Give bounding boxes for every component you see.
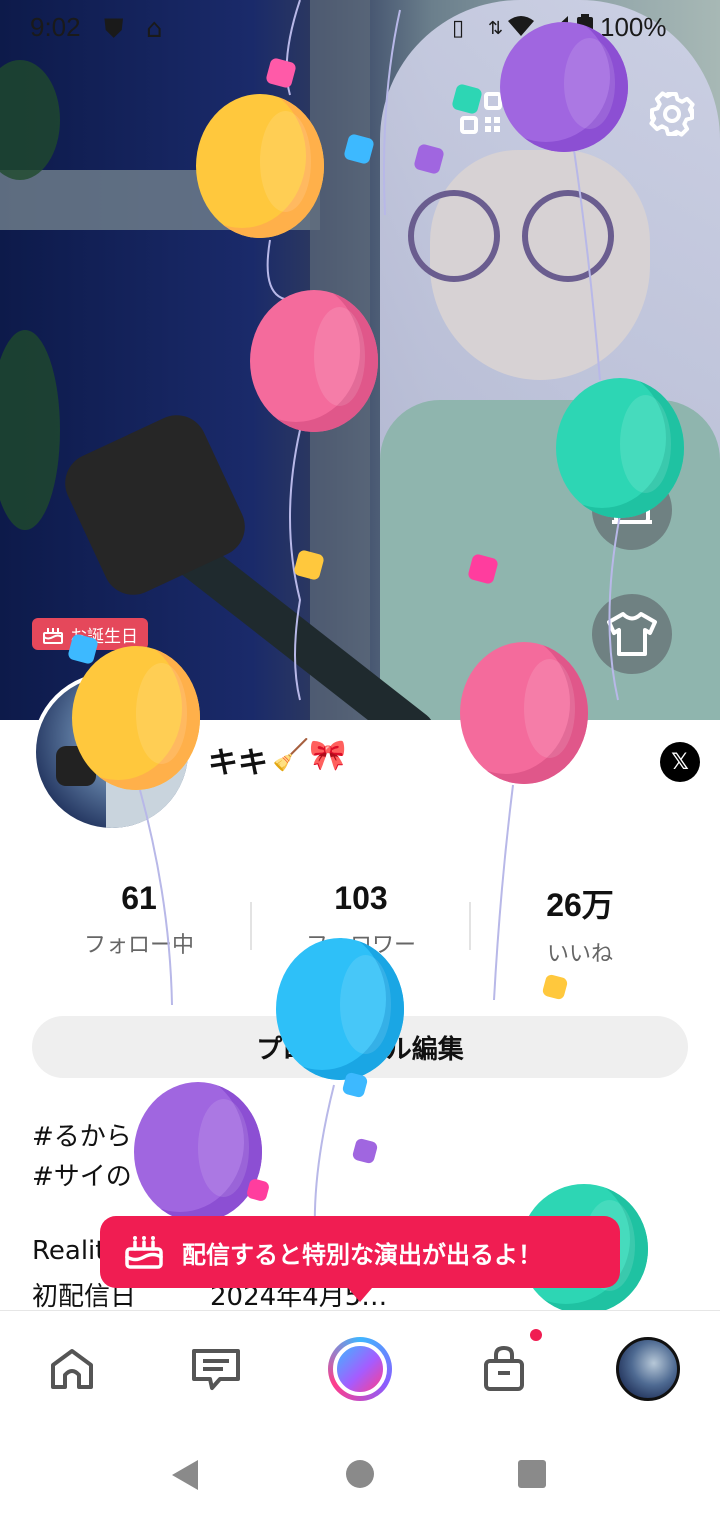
balloon-pink — [250, 290, 378, 432]
confetti — [245, 1177, 271, 1203]
shop-notification-dot — [530, 1329, 542, 1341]
cake-icon — [43, 628, 63, 644]
balloon-yellow — [196, 94, 324, 238]
status-time: 9:02 — [30, 12, 81, 42]
nav-home[interactable] — [36, 1333, 108, 1405]
closet-button[interactable] — [592, 594, 672, 674]
settings-button[interactable] — [648, 90, 696, 138]
home-icon — [51, 1349, 93, 1389]
nav-my-profile[interactable] — [612, 1333, 684, 1405]
stat-following[interactable]: 61 フォロー中 — [19, 880, 259, 959]
nav-go-live[interactable] — [324, 1333, 396, 1405]
character-glasses — [522, 190, 614, 282]
bottom-navigation — [0, 1310, 720, 1430]
stat-label: フォロー中 — [83, 933, 194, 958]
shield-alert-icon: ⛊ — [104, 14, 124, 44]
my-profile-avatar — [616, 1337, 680, 1401]
shop-bag-icon — [484, 1346, 524, 1391]
tshirt-closet-icon — [607, 612, 657, 656]
system-navigation-bar — [0, 1430, 720, 1520]
confetti — [351, 1137, 379, 1165]
stat-value: 103 — [334, 880, 388, 916]
stat-value: 61 — [121, 880, 157, 916]
tooltip-text: 配信すると特別な演出が出るよ！ — [182, 1240, 542, 1269]
profile-name: キキ — [208, 746, 268, 781]
settings-gear-icon — [649, 91, 695, 137]
profile-name-emoji: 🧹🎀 — [272, 738, 347, 773]
go-live-tooltip[interactable]: 配信すると特別な演出が出るよ！ — [100, 1216, 620, 1302]
home-status-icon: ⌂ — [146, 14, 163, 44]
confetti — [341, 1071, 369, 1099]
foliage — [0, 60, 60, 180]
x-link-button[interactable]: 𝕏 — [660, 742, 700, 782]
vibrate-icon: ▯ — [452, 16, 465, 41]
balloon-blue — [276, 938, 404, 1080]
balloon-teal — [556, 378, 684, 518]
stat-value: 26万 — [546, 887, 614, 923]
confetti — [541, 973, 569, 1001]
balloon-pink — [460, 642, 588, 784]
cake-icon — [125, 1236, 163, 1269]
data-arrows-icon: ⇅ — [488, 18, 504, 39]
chat-icon — [192, 1349, 240, 1390]
bio-hashtag-1[interactable]: #るから — [32, 1116, 132, 1153]
x-logo-icon: 𝕏 — [671, 749, 689, 775]
bio-hashtag-2[interactable]: #サイの — [32, 1156, 132, 1193]
bio-text: Realit — [32, 1236, 106, 1266]
balloon-yellow — [72, 646, 200, 790]
nav-shop[interactable] — [468, 1333, 540, 1405]
foliage — [0, 330, 60, 530]
balloon-purple — [500, 22, 628, 152]
battery-percent: 100% — [600, 12, 667, 42]
go-live-icon — [328, 1337, 392, 1401]
home-circle-icon[interactable] — [344, 1458, 376, 1490]
recents-square-icon[interactable] — [516, 1458, 548, 1490]
back-icon[interactable] — [168, 1458, 200, 1492]
stat-label: いいね — [546, 942, 613, 967]
go-live-inner — [333, 1342, 387, 1396]
nav-messages[interactable] — [180, 1333, 252, 1405]
character-glasses — [408, 190, 500, 282]
balloon-purple — [134, 1082, 262, 1222]
stat-likes[interactable]: 26万 いいね — [460, 880, 700, 968]
